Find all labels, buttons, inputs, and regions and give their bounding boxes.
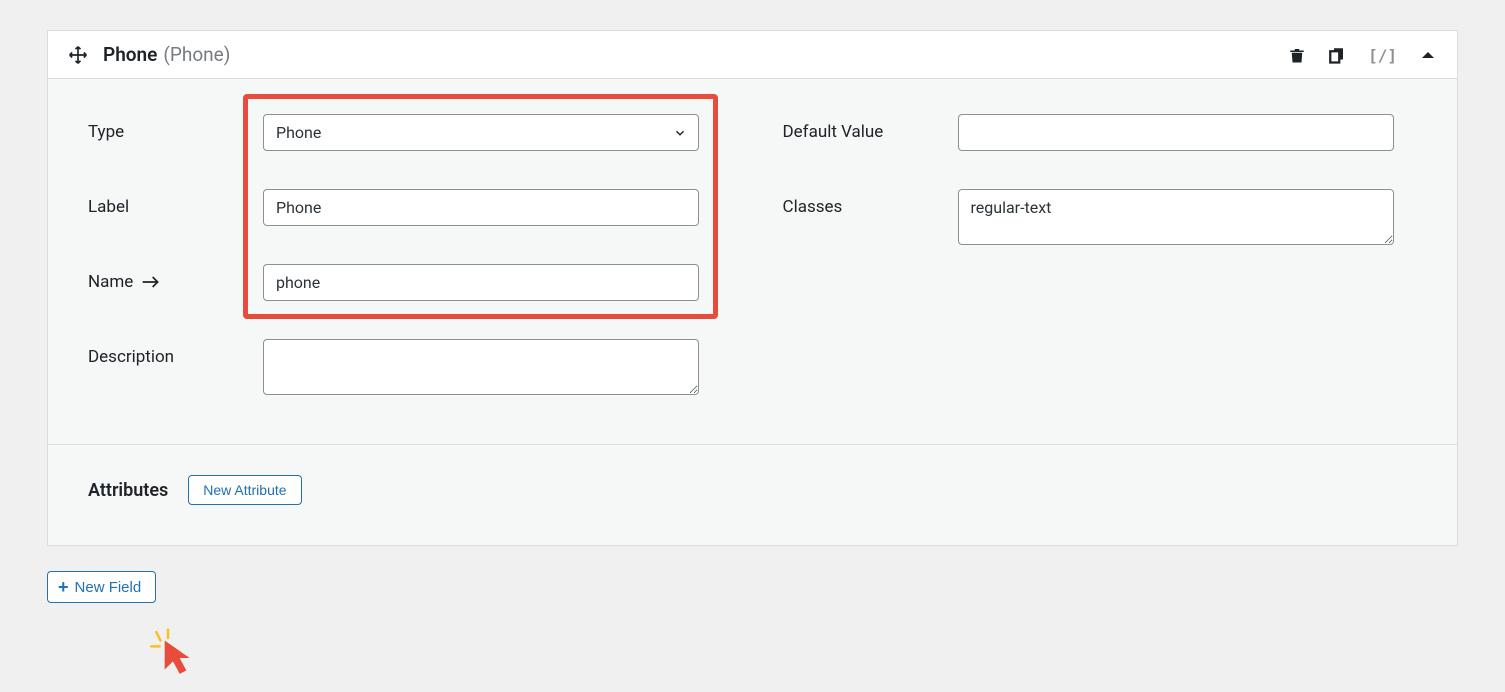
field-header[interactable]: Phone (Phone) [/] bbox=[48, 31, 1457, 79]
plus-icon: + bbox=[58, 578, 69, 596]
annotation-cursor bbox=[148, 628, 198, 682]
label-input[interactable] bbox=[263, 189, 699, 226]
arrow-right-icon bbox=[141, 275, 161, 289]
default-value-input[interactable] bbox=[958, 114, 1394, 151]
classes-textarea[interactable]: regular-text bbox=[958, 189, 1394, 245]
shortcode-icon[interactable]: [/] bbox=[1368, 46, 1397, 64]
description-textarea[interactable] bbox=[263, 339, 699, 395]
classes-label: Classes bbox=[783, 189, 958, 217]
new-field-button[interactable]: + New Field bbox=[47, 571, 156, 603]
collapse-icon[interactable] bbox=[1419, 46, 1437, 64]
attributes-title: Attributes bbox=[88, 480, 168, 501]
name-label: Name bbox=[88, 264, 263, 292]
move-icon[interactable] bbox=[68, 45, 88, 65]
description-label: Description bbox=[88, 339, 263, 367]
field-subtitle: (Phone) bbox=[163, 43, 230, 66]
type-select[interactable]: Phone bbox=[263, 114, 699, 151]
label-label: Label bbox=[88, 189, 263, 217]
copy-icon[interactable] bbox=[1328, 46, 1346, 64]
field-title: Phone bbox=[103, 43, 157, 66]
new-attribute-button[interactable]: New Attribute bbox=[188, 475, 301, 505]
trash-icon[interactable] bbox=[1288, 46, 1306, 64]
default-value-label: Default Value bbox=[783, 114, 958, 142]
name-input[interactable] bbox=[263, 264, 699, 301]
field-box: Phone (Phone) [/] Type Phone bbox=[47, 30, 1458, 546]
attributes-section: Attributes New Attribute bbox=[48, 444, 1457, 545]
type-label: Type bbox=[88, 114, 263, 142]
field-body: Type Phone Label Name bbox=[48, 79, 1457, 444]
